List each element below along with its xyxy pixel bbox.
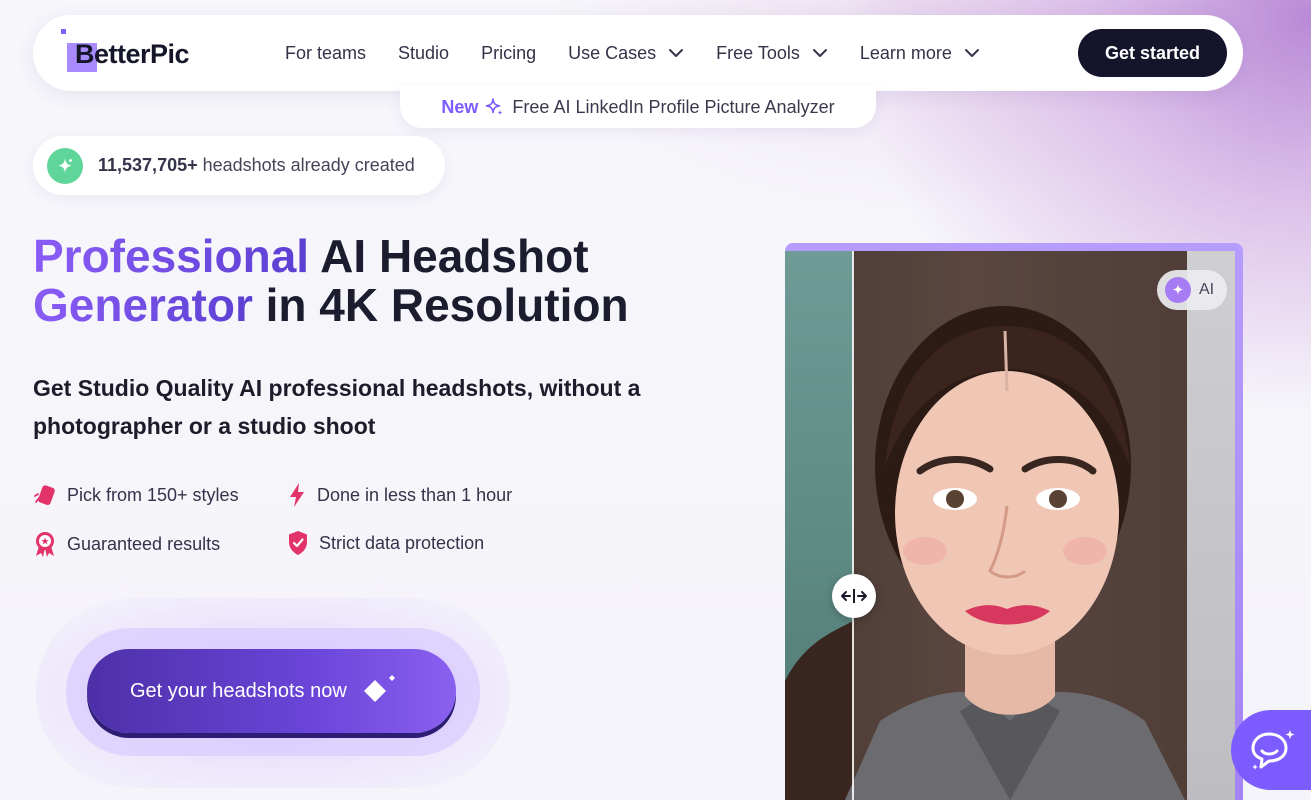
feature-label: Done in less than 1 hour [317,484,513,505]
nav-item-pricing[interactable]: Pricing [481,43,536,64]
title-rest-1: AI Headshot [309,230,589,282]
new-badge: New [441,96,479,117]
page-title: Professional AI Headshot Generator in 4K… [33,232,753,330]
sparkle-diamond-icon [363,675,395,702]
shield-check-icon [289,531,307,555]
announcement-banner[interactable]: New Free AI LinkedIn Profile Picture Ana… [400,86,876,128]
nav-item-label: For teams [285,42,367,63]
headshot-count: 11,537,705+ [98,155,198,175]
headshot-count-label: headshots already created [202,155,415,175]
logo-text: BetterPic [75,39,190,69]
sparkle-icon [486,98,503,115]
title-accent-1: Professional [33,230,310,282]
feature-label: Strict data protection [319,532,485,553]
lightning-icon [290,483,304,507]
nav-item-label: Use Cases [568,42,657,63]
chat-bubble-icon [1251,730,1295,770]
get-headshots-button[interactable]: Get your headshots now [87,649,456,733]
award-ribbon-icon [36,532,54,557]
nav-item-for-teams[interactable]: For teams [285,43,366,64]
nav-item-learn-more[interactable]: Learn more [860,43,980,64]
slider-handle[interactable] [832,574,876,618]
ai-badge-label: AI [1199,281,1215,298]
headshot-counter: 11,537,705+ headshots already created [33,136,445,195]
sparkle-icon [47,147,83,184]
title-rest-2: in 4K Resolution [252,279,629,331]
before-after-slider[interactable]: AI [785,243,1243,800]
top-navbar: BetterPic For teams Studio Pricing Use C… [33,15,1243,91]
nav-item-free-tools[interactable]: Free Tools [716,43,828,64]
feature-label: Pick from 150+ styles [67,484,239,505]
chevron-down-icon [964,49,979,57]
nav-item-label: Learn more [859,42,952,63]
sparkle-icon [1165,277,1191,303]
logo-mark-dot [61,29,66,34]
nav-item-use-cases[interactable]: Use Cases [568,43,684,64]
feature-styles: Pick from 150+ styles [33,482,239,508]
tag-icon [34,485,55,506]
get-started-button[interactable]: Get started [1078,29,1227,77]
nav-item-label: Free Tools [716,42,800,63]
nav-item-studio[interactable]: Studio [398,43,449,64]
feature-label: Guaranteed results [67,533,221,554]
title-accent-2: Generator [33,279,253,331]
ai-badge: AI [1157,270,1227,310]
chevron-down-icon [669,49,684,57]
brand-logo[interactable]: BetterPic [61,29,221,77]
hero-subtitle: Get Studio Quality AI professional heads… [33,375,641,439]
compare-divider [852,251,854,800]
feature-data-protection: Strict data protection [287,530,484,556]
feature-speed: Done in less than 1 hour [287,482,512,508]
chat-widget-button[interactable] [1231,710,1311,790]
arrows-left-right-icon [841,589,867,603]
nav-item-label: Studio [398,42,450,63]
nav-links: For teams Studio Pricing Use Cases Free … [285,15,1012,91]
headshot-image: AI [785,251,1235,800]
feature-guarantee: Guaranteed results [33,530,220,558]
chevron-down-icon [812,49,827,57]
announcement-text: Free AI LinkedIn Profile Picture Analyze… [512,96,835,117]
cta-label: Get your headshots now [130,679,347,702]
nav-item-label: Pricing [481,42,537,63]
